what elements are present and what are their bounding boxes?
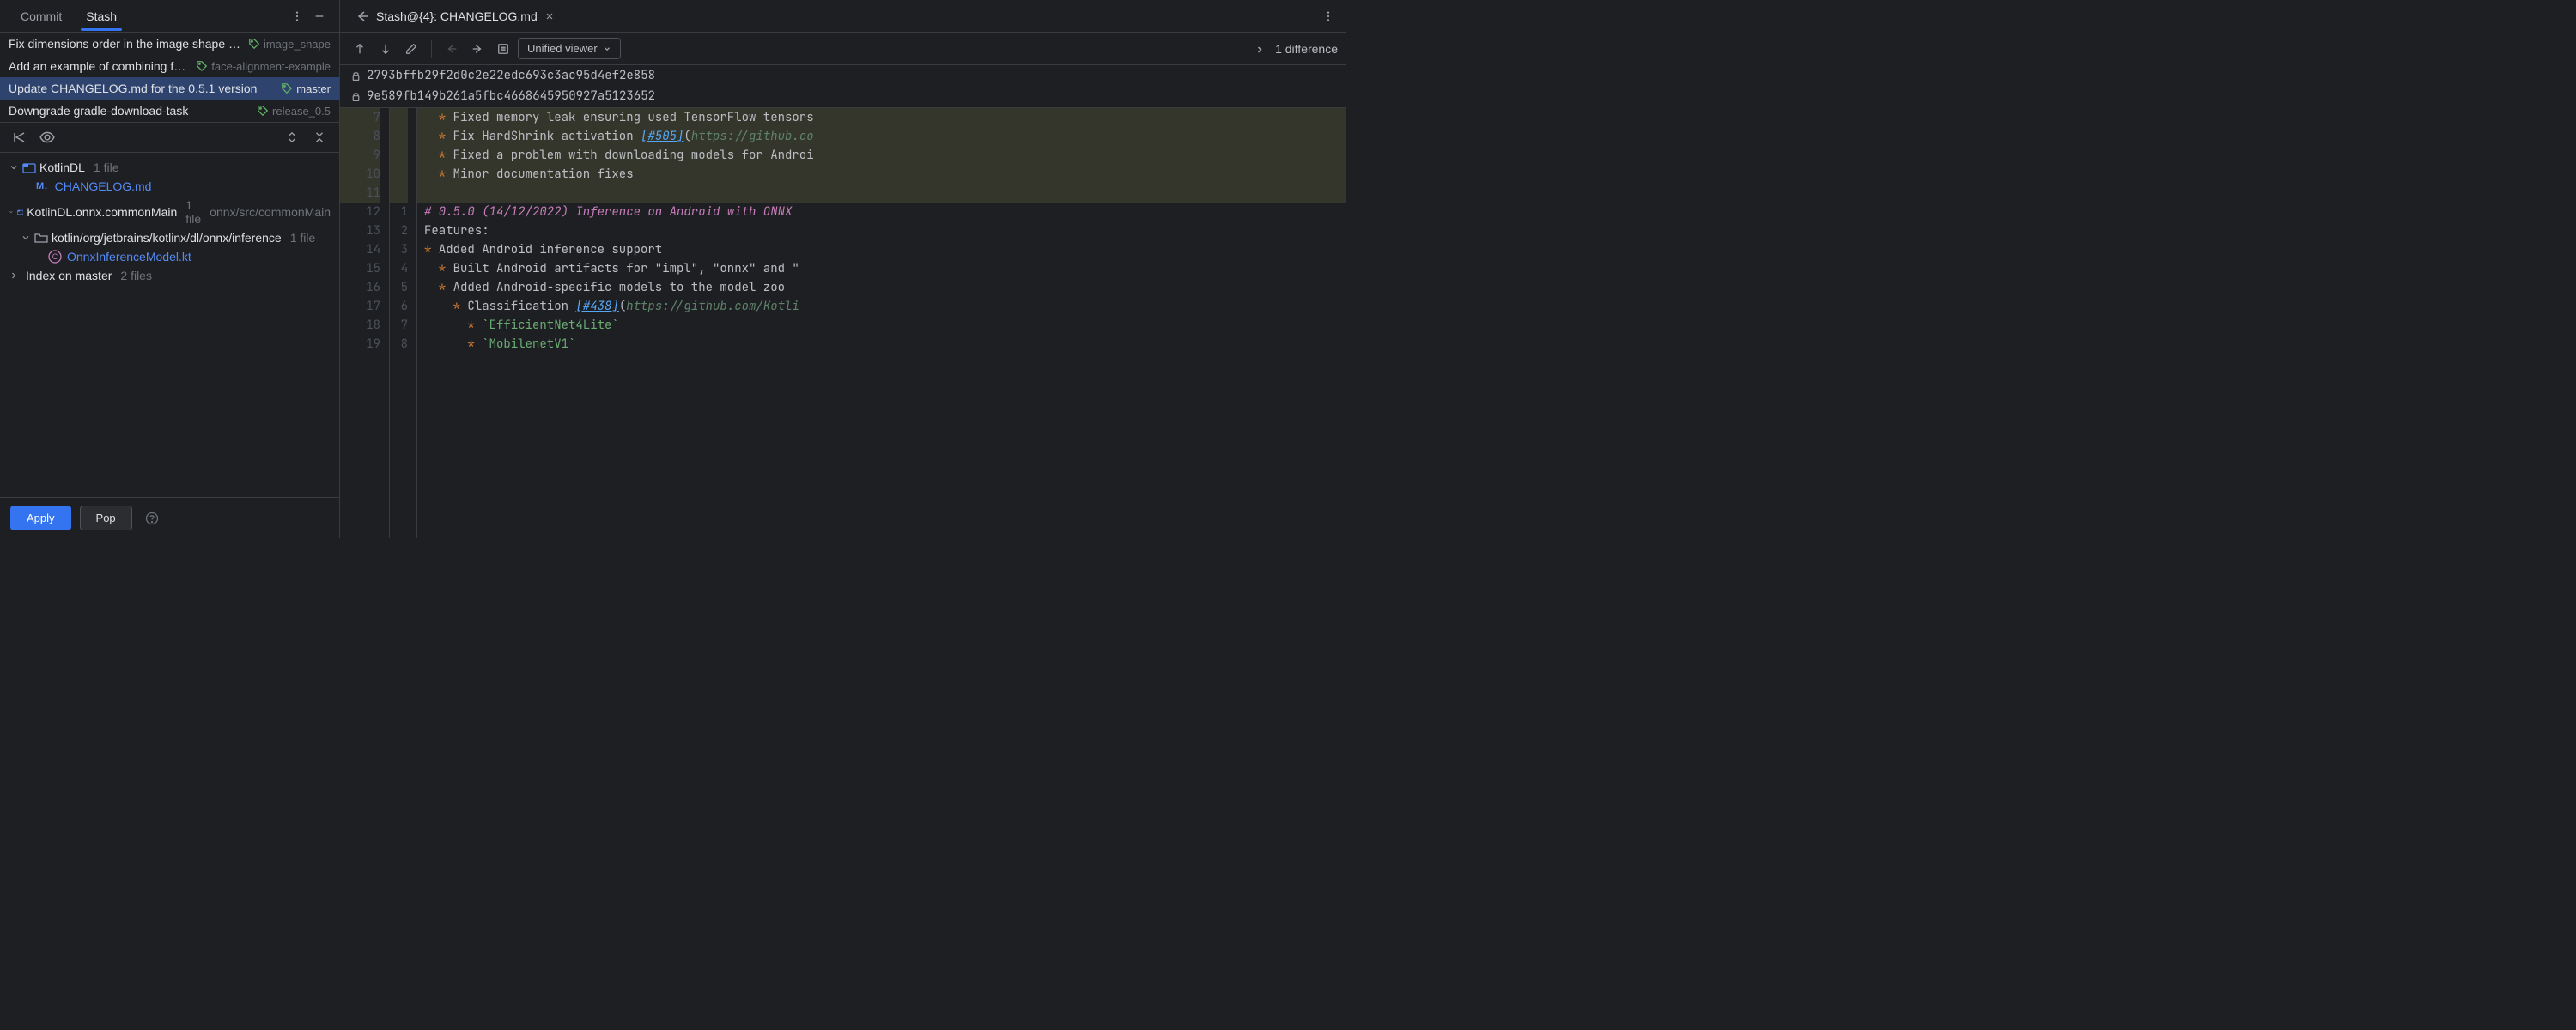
module-icon bbox=[17, 205, 24, 219]
svg-text:C: C bbox=[52, 252, 58, 261]
viewer-mode-select[interactable]: Unified viewer bbox=[518, 38, 621, 59]
gutter-right: 1 2 3 4 5 6 7 8 bbox=[390, 108, 417, 538]
code-content[interactable]: * Fixed memory leak ensuring used Tensor… bbox=[417, 108, 1346, 538]
divider bbox=[431, 40, 432, 58]
folder-icon bbox=[34, 231, 48, 245]
right-panel: Stash@{4}: CHANGELOG.md Unified viewer 1… bbox=[340, 0, 1346, 538]
gutter-left: 7 8 9 10 11 12 13 14 15 16 17 18 19 bbox=[340, 108, 390, 538]
diff-count: 1 difference bbox=[1255, 42, 1338, 56]
tree-module[interactable]: KotlinDL.onnx.commonMain 1 file onnx/src… bbox=[0, 196, 339, 228]
diff-toolbar: Unified viewer 1 difference bbox=[340, 33, 1346, 65]
forward-icon[interactable] bbox=[466, 38, 489, 60]
help-icon[interactable] bbox=[141, 507, 163, 530]
hash-before: 2793bffb29f2d0c2e22edc693c3ac95d4ef2e858 bbox=[340, 65, 1346, 86]
commit-list: Fix dimensions order in the image shape … bbox=[0, 33, 339, 122]
editor-tab[interactable]: Stash@{4}: CHANGELOG.md bbox=[347, 4, 563, 28]
prev-diff-icon[interactable] bbox=[349, 38, 371, 60]
tag-icon bbox=[281, 82, 293, 94]
preview-icon[interactable] bbox=[36, 126, 58, 148]
commit-row[interactable]: Downgrade gradle-download-task release_0… bbox=[0, 100, 339, 122]
hash-after: 9e589fb149b261a5fbc4668645950927a5123652 bbox=[340, 86, 1346, 108]
left-panel: Commit Stash Fix dimensions order in the… bbox=[0, 0, 340, 538]
edit-icon[interactable] bbox=[400, 38, 422, 60]
lock-icon bbox=[350, 91, 361, 102]
commit-message: Fix dimensions order in the image shape … bbox=[9, 37, 241, 51]
commit-tag: image_shape bbox=[248, 38, 331, 51]
apply-button[interactable]: Apply bbox=[10, 506, 71, 530]
chevron-down-icon bbox=[21, 233, 31, 243]
editor-tab-bar: Stash@{4}: CHANGELOG.md bbox=[340, 0, 1346, 33]
tag-icon bbox=[196, 60, 208, 72]
code-area[interactable]: 7 8 9 10 11 12 13 14 15 16 17 18 19 1 2 … bbox=[340, 108, 1346, 538]
lock-icon bbox=[350, 70, 361, 82]
diff-back-icon bbox=[355, 9, 369, 23]
tree-module[interactable]: KotlinDL 1 file bbox=[0, 158, 339, 177]
more-icon[interactable] bbox=[286, 5, 308, 27]
commit-row[interactable]: Add an example of combining face detecti… bbox=[0, 55, 339, 77]
file-toolbar bbox=[0, 122, 339, 153]
file-tree: KotlinDL 1 file M↓ CHANGELOG.md KotlinDL… bbox=[0, 153, 339, 497]
tree-file[interactable]: C OnnxInferenceModel.kt bbox=[0, 247, 339, 266]
tree-group[interactable]: Index on master 2 files bbox=[0, 266, 339, 285]
commit-message: Downgrade gradle-download-task bbox=[9, 104, 250, 118]
tree-file[interactable]: M↓ CHANGELOG.md bbox=[0, 177, 339, 196]
minimize-icon[interactable] bbox=[308, 5, 331, 27]
commit-row-selected[interactable]: Update CHANGELOG.md for the 0.5.1 versio… bbox=[0, 77, 339, 100]
commit-tag: face-alignment-example bbox=[196, 60, 331, 73]
list-icon[interactable] bbox=[492, 38, 514, 60]
expand-all-icon[interactable] bbox=[281, 126, 303, 148]
commit-message: Add an example of combining face detecti… bbox=[9, 59, 189, 73]
chevron-down-icon bbox=[603, 45, 611, 53]
next-diff-icon[interactable] bbox=[374, 38, 397, 60]
chevron-right-icon bbox=[9, 270, 19, 281]
more-icon[interactable] bbox=[1317, 5, 1340, 27]
commit-tag: master bbox=[281, 82, 331, 95]
back-icon[interactable] bbox=[440, 38, 463, 60]
kotlin-class-icon: C bbox=[48, 250, 62, 264]
commit-row[interactable]: Fix dimensions order in the image shape … bbox=[0, 33, 339, 55]
tag-icon bbox=[257, 105, 269, 117]
navigate-icon[interactable] bbox=[9, 126, 31, 148]
footer: Apply Pop bbox=[0, 497, 339, 538]
pop-button[interactable]: Pop bbox=[80, 506, 132, 530]
tree-folder[interactable]: kotlin/org/jetbrains/kotlinx/dl/onnx/inf… bbox=[0, 228, 339, 247]
chevron-down-icon bbox=[9, 162, 19, 173]
module-icon bbox=[22, 161, 36, 174]
collapse-all-icon[interactable] bbox=[308, 126, 331, 148]
chevron-down-icon bbox=[9, 207, 14, 217]
markdown-icon: M↓ bbox=[36, 181, 48, 191]
tag-icon bbox=[248, 38, 260, 50]
tab-commit[interactable]: Commit bbox=[9, 3, 74, 30]
close-icon[interactable] bbox=[544, 11, 555, 21]
tab-stash[interactable]: Stash bbox=[74, 3, 129, 30]
tabs-header: Commit Stash bbox=[0, 0, 339, 33]
commit-message: Update CHANGELOG.md for the 0.5.1 versio… bbox=[9, 82, 274, 95]
commit-tag: release_0.5 bbox=[257, 105, 331, 118]
